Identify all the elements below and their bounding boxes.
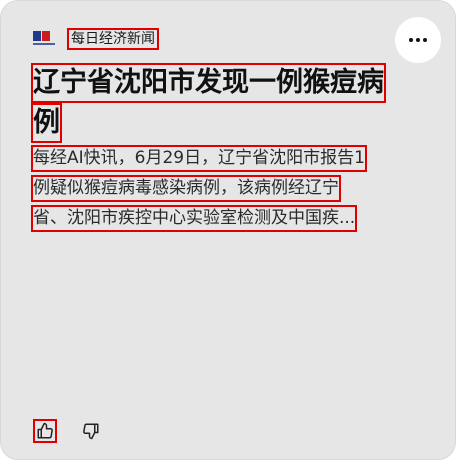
summary-line: 每经AI快讯，6月29日，辽宁省沈阳市报告1 bbox=[31, 145, 367, 172]
feedback-actions bbox=[33, 419, 103, 443]
headline-line: 例 bbox=[31, 103, 62, 143]
thumbs-up-icon bbox=[37, 422, 53, 439]
more-horizontal-icon bbox=[409, 38, 427, 42]
headline[interactable]: 辽宁省沈阳市发现一例猴痘病 例 bbox=[31, 63, 431, 143]
summary-line: 例疑似猴痘病毒感染病例，该病例经辽宁 bbox=[31, 175, 341, 202]
like-button[interactable] bbox=[33, 419, 57, 443]
summary: 每经AI快讯，6月29日，辽宁省沈阳市报告1 例疑似猴痘病毒感染病例，该病例经辽… bbox=[31, 145, 433, 235]
source-row: 每日经济新闻 bbox=[31, 27, 159, 51]
headline-line: 辽宁省沈阳市发现一例猴痘病 bbox=[31, 63, 386, 103]
thumbs-down-icon bbox=[83, 423, 99, 440]
news-logo-icon bbox=[31, 29, 57, 49]
source-name[interactable]: 每日经济新闻 bbox=[67, 28, 159, 50]
more-options-button[interactable] bbox=[395, 17, 441, 63]
news-card[interactable]: 每日经济新闻 辽宁省沈阳市发现一例猴痘病 例 每经AI快讯，6月29日，辽宁省沈… bbox=[0, 0, 456, 460]
summary-line: 省、沈阳市疾控中心实验室检测及中国疾... bbox=[31, 205, 358, 232]
dislike-button[interactable] bbox=[79, 419, 103, 443]
